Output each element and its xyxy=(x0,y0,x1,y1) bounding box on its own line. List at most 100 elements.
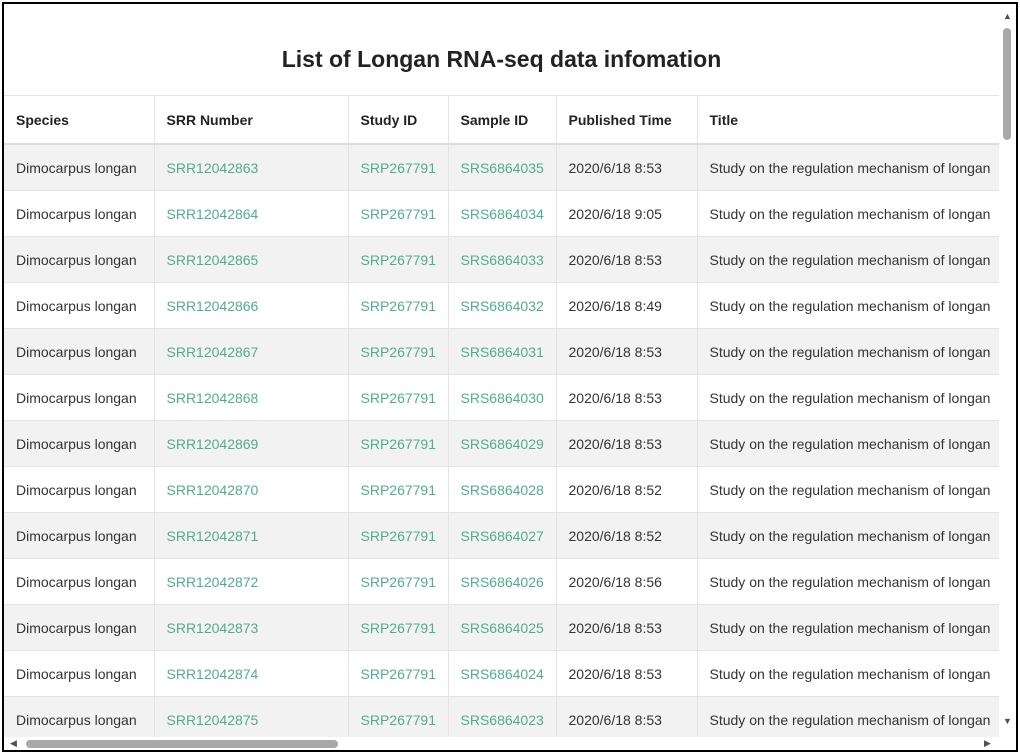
sample-id-link[interactable]: SRS6864032 xyxy=(461,298,544,314)
table-cell: 2020/6/18 8:53 xyxy=(556,144,698,191)
table-cell: SRS6864024 xyxy=(448,650,557,697)
column-header-species[interactable]: Species xyxy=(4,95,155,145)
srr-number-link[interactable]: SRR12042874 xyxy=(167,666,259,682)
table-cell: SRS6864029 xyxy=(448,420,557,467)
study-id-link[interactable]: SRP267791 xyxy=(361,390,437,406)
sample-id-link[interactable]: SRS6864033 xyxy=(461,252,544,268)
sample-id-link[interactable]: SRS6864028 xyxy=(461,482,544,498)
published-time-cell: 2020/6/18 8:53 xyxy=(568,711,662,728)
title-cell: Study on the regulation mechanism of lon… xyxy=(709,619,991,636)
srr-number-link[interactable]: SRR12042869 xyxy=(167,436,259,452)
sample-id-link[interactable]: SRS6864027 xyxy=(461,528,544,544)
table-cell: 2020/6/18 8:53 xyxy=(556,374,698,421)
column-header-sample-id[interactable]: Sample ID xyxy=(448,95,557,145)
table-cell: SRP267791 xyxy=(348,236,449,283)
study-id-link[interactable]: SRP267791 xyxy=(361,436,437,452)
column-header-title[interactable]: Title xyxy=(697,95,999,145)
sample-id-link[interactable]: SRS6864025 xyxy=(461,620,544,636)
table-cell: Study on the regulation mechanism of lon… xyxy=(697,466,999,513)
table-cell: 2020/6/18 8:52 xyxy=(556,512,698,559)
column-header-study-id[interactable]: Study ID xyxy=(348,95,449,145)
table-cell: SRR12042863 xyxy=(154,144,349,191)
table-cell: Study on the regulation mechanism of lon… xyxy=(697,374,999,421)
table-cell: 2020/6/18 8:53 xyxy=(556,604,698,651)
published-time-cell: 2020/6/18 8:53 xyxy=(568,435,662,452)
table-cell: Dimocarpus longan xyxy=(4,328,155,375)
sample-id-link[interactable]: SRS6864023 xyxy=(461,712,544,728)
srr-number-link[interactable]: SRR12042871 xyxy=(167,528,259,544)
table-row: Dimocarpus longan SRR12042874 SRP267791 SRS… xyxy=(4,650,999,697)
table-row: Dimocarpus longan SRR12042868 SRP267791 SRS… xyxy=(4,374,999,421)
horizontal-scrollbar[interactable]: ◀ ▶ xyxy=(4,737,999,750)
table-cell: SRP267791 xyxy=(348,282,449,329)
srr-number-link[interactable]: SRR12042868 xyxy=(167,390,259,406)
table-cell: SRP267791 xyxy=(348,374,449,421)
table-header-row: Species SRR Number Study ID Sample ID Pu… xyxy=(4,95,999,145)
column-header-published-time[interactable]: Published Time xyxy=(556,95,698,145)
vertical-scrollbar-thumb[interactable] xyxy=(1003,28,1011,140)
species-cell: Dimocarpus longan xyxy=(16,665,137,682)
table-cell: Dimocarpus longan xyxy=(4,420,155,467)
vertical-scrollbar[interactable]: ▲ ▼ xyxy=(999,4,1016,737)
table-cell: SRR12042868 xyxy=(154,374,349,421)
table-cell: 2020/6/18 8:53 xyxy=(556,420,698,467)
srr-number-link[interactable]: SRR12042866 xyxy=(167,298,259,314)
study-id-link[interactable]: SRP267791 xyxy=(361,620,437,636)
species-cell: Dimocarpus longan xyxy=(16,251,137,268)
column-header-srr-number[interactable]: SRR Number xyxy=(154,95,349,145)
sample-id-link[interactable]: SRS6864029 xyxy=(461,436,544,452)
table-cell: Dimocarpus longan xyxy=(4,466,155,513)
table-cell: 2020/6/18 8:49 xyxy=(556,282,698,329)
table-cell: Study on the regulation mechanism of lon… xyxy=(697,420,999,467)
published-time-cell: 2020/6/18 8:53 xyxy=(568,251,662,268)
title-cell: Study on the regulation mechanism of lon… xyxy=(709,389,991,406)
title-cell: Study on the regulation mechanism of lon… xyxy=(709,527,991,544)
table-cell: SRP267791 xyxy=(348,650,449,697)
srr-number-link[interactable]: SRR12042867 xyxy=(167,344,259,360)
horizontal-scrollbar-thumb[interactable] xyxy=(26,740,338,748)
table-row: Dimocarpus longan SRR12042871 SRP267791 SRS… xyxy=(4,512,999,559)
scroll-right-arrow-icon[interactable]: ▶ xyxy=(984,738,991,748)
species-cell: Dimocarpus longan xyxy=(16,711,137,728)
study-id-link[interactable]: SRP267791 xyxy=(361,574,437,590)
scroll-left-arrow-icon[interactable]: ◀ xyxy=(10,738,17,748)
table-cell: Dimocarpus longan xyxy=(4,190,155,237)
sample-id-link[interactable]: SRS6864024 xyxy=(461,666,544,682)
table-cell: Study on the regulation mechanism of lon… xyxy=(697,328,999,375)
study-id-link[interactable]: SRP267791 xyxy=(361,252,437,268)
table-cell: SRR12042864 xyxy=(154,190,349,237)
title-cell: Study on the regulation mechanism of lon… xyxy=(709,435,991,452)
srr-number-link[interactable]: SRR12042870 xyxy=(167,482,259,498)
study-id-link[interactable]: SRP267791 xyxy=(361,666,437,682)
species-cell: Dimocarpus longan xyxy=(16,205,137,222)
species-cell: Dimocarpus longan xyxy=(16,297,137,314)
sample-id-link[interactable]: SRS6864026 xyxy=(461,574,544,590)
sample-id-link[interactable]: SRS6864034 xyxy=(461,206,544,222)
srr-number-link[interactable]: SRR12042872 xyxy=(167,574,259,590)
table-cell: SRR12042870 xyxy=(154,466,349,513)
study-id-link[interactable]: SRP267791 xyxy=(361,344,437,360)
sample-id-link[interactable]: SRS6864035 xyxy=(461,160,544,176)
sample-id-link[interactable]: SRS6864030 xyxy=(461,390,544,406)
srr-number-link[interactable]: SRR12042864 xyxy=(167,206,259,222)
table-cell: 2020/6/18 9:05 xyxy=(556,190,698,237)
study-id-link[interactable]: SRP267791 xyxy=(361,528,437,544)
srr-number-link[interactable]: SRR12042873 xyxy=(167,620,259,636)
table-row: Dimocarpus longan SRR12042867 SRP267791 SRS… xyxy=(4,328,999,375)
table-cell: SRR12042873 xyxy=(154,604,349,651)
srr-number-link[interactable]: SRR12042875 xyxy=(167,712,259,728)
scroll-down-arrow-icon[interactable]: ▼ xyxy=(1003,716,1012,726)
sample-id-link[interactable]: SRS6864031 xyxy=(461,344,544,360)
srr-number-link[interactable]: SRR12042863 xyxy=(167,160,259,176)
scroll-up-arrow-icon[interactable]: ▲ xyxy=(1003,11,1012,21)
study-id-link[interactable]: SRP267791 xyxy=(361,206,437,222)
species-cell: Dimocarpus longan xyxy=(16,527,137,544)
title-cell: Study on the regulation mechanism of lon… xyxy=(709,573,991,590)
study-id-link[interactable]: SRP267791 xyxy=(361,482,437,498)
study-id-link[interactable]: SRP267791 xyxy=(361,160,437,176)
study-id-link[interactable]: SRP267791 xyxy=(361,298,437,314)
srr-number-link[interactable]: SRR12042865 xyxy=(167,252,259,268)
title-cell: Study on the regulation mechanism of lon… xyxy=(709,297,991,314)
study-id-link[interactable]: SRP267791 xyxy=(361,712,437,728)
table-cell: SRS6864033 xyxy=(448,236,557,283)
